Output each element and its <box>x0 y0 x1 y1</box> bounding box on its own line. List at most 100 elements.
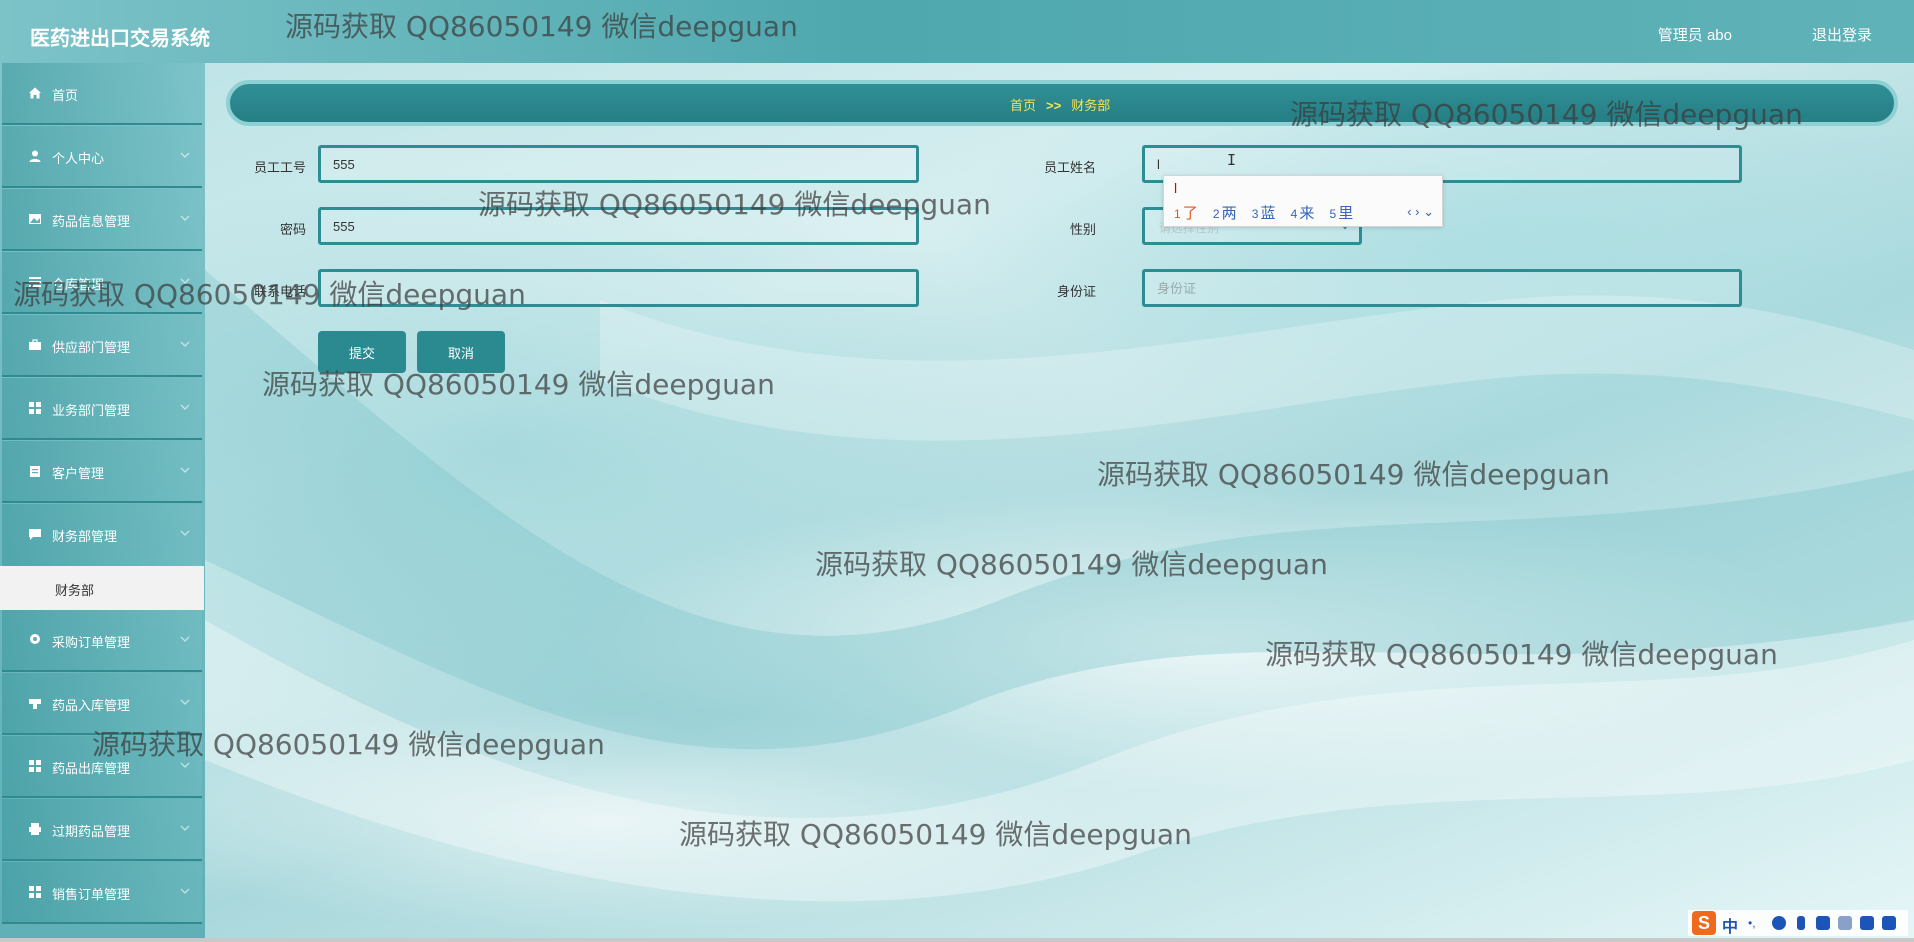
microphone-icon[interactable] <box>1797 916 1805 930</box>
sidebar-item-label: 客户管理 <box>52 466 105 481</box>
sidebar-item-label: 供应部门管理 <box>52 340 131 355</box>
breadcrumb-current: 财务部 <box>1071 98 1111 113</box>
sidebar-item-customer[interactable]: 客户管理 <box>2 441 202 503</box>
home-icon <box>29 87 41 99</box>
sidebar-item-label: 业务部门管理 <box>52 403 131 418</box>
current-user-label: 管理员 abo <box>1657 27 1732 44</box>
ime-candidate[interactable]: 1了 <box>1174 205 1198 222</box>
window-bottom-edge <box>0 938 1914 942</box>
ime-candidate[interactable]: 5里 <box>1330 205 1354 222</box>
ime-page-nav[interactable]: ‹ › ⌄ <box>1407 204 1434 220</box>
sidebar-item-expired-drugs[interactable]: 过期药品管理 <box>2 799 202 861</box>
password-input[interactable] <box>318 207 919 245</box>
ime-candidate-text: 两 <box>1221 205 1237 222</box>
chevron-down-icon <box>180 762 190 768</box>
ime-candidate[interactable]: 3蓝 <box>1252 205 1276 222</box>
phone-input[interactable] <box>318 269 919 307</box>
ime-candidate-text: 里 <box>1338 205 1354 222</box>
sidebar-item-drug-info[interactable]: 药品信息管理 <box>2 189 202 251</box>
user-icon <box>29 150 41 162</box>
sidebar-subitem-finance[interactable]: 财务部 <box>0 566 204 610</box>
ime-candidate-number: 1 <box>1174 207 1181 221</box>
ime-toolbar: S 中 •, <box>1688 910 1908 936</box>
breadcrumb-bar: 首页 >> 财务部 <box>226 80 1898 126</box>
sidebar-item-drug-outbound[interactable]: 药品出库管理 <box>2 736 202 798</box>
top-header: 医药进出口交易系统 管理员 abo 退出登录 <box>0 0 1914 63</box>
stamp-icon <box>29 699 41 709</box>
user-account-icon[interactable] <box>1838 916 1852 930</box>
sidebar-item-label: 药品信息管理 <box>52 214 131 229</box>
sidebar-item-sales-order[interactable]: 销售订单管理 <box>2 862 202 924</box>
ime-candidate-number: 3 <box>1251 207 1259 221</box>
breadcrumb-home-link[interactable]: 首页 <box>1010 98 1036 113</box>
toolbox-icon[interactable] <box>1882 916 1896 930</box>
skin-icon[interactable] <box>1860 916 1874 930</box>
sidebar-item-finance-dept[interactable]: 财务部管理 <box>2 504 202 566</box>
sidebar-item-business-dept[interactable]: 业务部门管理 <box>2 378 202 440</box>
sogou-logo-icon[interactable]: S <box>1692 911 1716 935</box>
ime-candidate-text: 蓝 <box>1260 205 1276 222</box>
ime-composition: l <box>1174 180 1178 196</box>
grid-icon <box>29 760 41 772</box>
sidebar-item-warehouse[interactable]: 仓库管理 <box>2 252 202 314</box>
grid-icon <box>29 402 41 414</box>
submit-button[interactable]: 提交 <box>318 331 406 373</box>
image-icon <box>29 214 41 224</box>
ime-candidate-number: 2 <box>1212 207 1220 221</box>
sidebar-item-label: 采购订单管理 <box>52 635 131 650</box>
id-card-input[interactable] <box>1142 269 1742 307</box>
emoji-icon[interactable] <box>1772 916 1786 930</box>
ime-candidate[interactable]: 4来 <box>1291 205 1315 222</box>
ime-candidate-number: 5 <box>1329 207 1337 221</box>
chevron-down-icon <box>180 215 190 221</box>
sidebar-item-label: 过期药品管理 <box>52 824 131 839</box>
sidebar-item-supply-dept[interactable]: 供应部门管理 <box>2 315 202 377</box>
sidebar-item-label: 销售订单管理 <box>52 887 131 902</box>
chevron-down-icon <box>180 825 190 831</box>
chevron-down-icon <box>180 341 190 347</box>
background-wave <box>205 270 1914 902</box>
chevron-down-icon <box>180 530 190 536</box>
app-title: 医药进出口交易系统 <box>30 28 210 50</box>
chat-icon <box>29 529 41 540</box>
chevron-down-icon <box>180 888 190 894</box>
ime-candidate-number: 4 <box>1290 207 1298 221</box>
briefcase-icon <box>29 339 41 350</box>
ime-language-toggle[interactable]: 中 <box>1722 913 1738 937</box>
grid-icon <box>29 886 41 898</box>
ime-candidate[interactable]: 2两 <box>1213 205 1237 222</box>
employee-id-input[interactable] <box>318 145 919 183</box>
chevron-down-icon <box>180 152 190 158</box>
sidebar-item-purchase-order[interactable]: 采购订单管理 <box>2 610 202 672</box>
employee-id-label: 员工工号 <box>253 160 306 175</box>
pin-icon <box>30 634 40 644</box>
chevron-down-icon <box>180 404 190 410</box>
chevron-down-icon <box>180 467 190 473</box>
employee-name-label: 员工姓名 <box>1043 160 1096 175</box>
sidebar-item-label: 个人中心 <box>52 151 105 166</box>
gender-label: 性别 <box>1069 222 1096 237</box>
sidebar-subitem-label: 财务部 <box>55 583 95 598</box>
sidebar-item-drug-inbound[interactable]: 药品入库管理 <box>2 673 202 735</box>
phone-label: 联系电话 <box>253 284 306 299</box>
password-label: 密码 <box>279 222 306 237</box>
sidebar-item-label: 首页 <box>52 88 79 103</box>
logout-link[interactable]: 退出登录 <box>1812 24 1872 45</box>
punctuation-icon[interactable]: •, <box>1748 916 1762 930</box>
sidebar-item-personal-center[interactable]: 个人中心 <box>2 126 202 188</box>
breadcrumb-separator: >> <box>1046 98 1062 113</box>
keyboard-icon[interactable] <box>1816 916 1830 930</box>
sidebar-item-home[interactable]: 首页 <box>2 63 202 125</box>
chevron-down-icon <box>180 636 190 642</box>
printer-icon <box>29 823 41 835</box>
id-card-label: 身份证 <box>1056 284 1096 299</box>
sidebar-item-label: 药品入库管理 <box>52 698 131 713</box>
ime-candidate-text: 了 <box>1182 205 1198 222</box>
cancel-button[interactable]: 取消 <box>417 331 505 373</box>
clipboard-icon <box>30 466 40 477</box>
breadcrumb: 首页 >> 财务部 <box>1010 95 1110 114</box>
chevron-down-icon <box>180 699 190 705</box>
ime-candidate-text: 来 <box>1299 205 1315 222</box>
ime-candidate-popup: l 1了 2两 3蓝 4来 5里 ‹ › ⌄ <box>1163 175 1443 227</box>
mouse-ibeam-cursor: I <box>1227 151 1237 169</box>
